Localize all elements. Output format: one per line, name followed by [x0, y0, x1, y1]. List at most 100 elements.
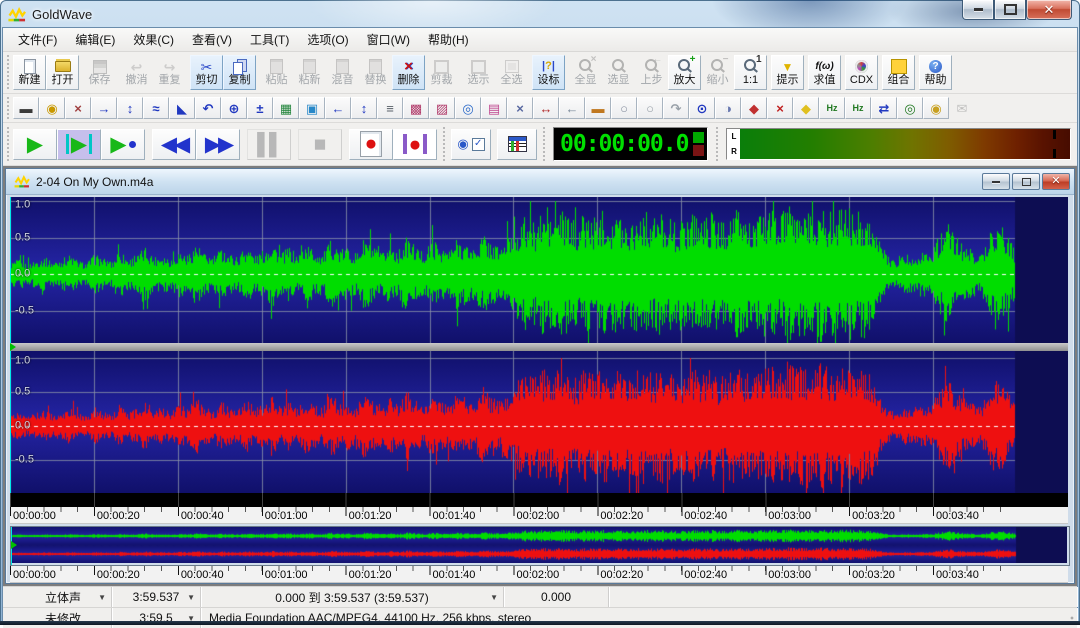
doc-close-button[interactable]: ✕ [1042, 173, 1070, 190]
effect-compressor-button[interactable]: ↕ [117, 97, 143, 119]
toolbar-undo-button[interactable]: ↩ 撤消 [120, 55, 153, 90]
menu-item-edit[interactable]: 编辑(E) [66, 28, 124, 51]
effect-cd-reader-button[interactable]: ◎ [455, 97, 481, 119]
toolbar-save-button[interactable]: 保存 [83, 55, 116, 90]
time-display[interactable]: 00:00:00.0 [553, 127, 708, 161]
close-button[interactable]: ✕ [1026, 0, 1072, 20]
effect-doppler-button[interactable]: ≈ [143, 97, 169, 119]
toolbar-redo-button[interactable]: ↪ 重复 [153, 55, 186, 90]
menu-item-options[interactable]: 选项(O) [298, 28, 357, 51]
toolbar-drag-handle[interactable] [541, 127, 547, 161]
transport-rewind-button[interactable]: ◀◀ [152, 129, 196, 160]
toolbar-help-button[interactable]: 帮助 [919, 55, 952, 90]
transport-pause-button[interactable]: ▌▌ [247, 129, 291, 160]
effect-mute-button[interactable]: × [767, 97, 793, 119]
toolbar-drag-handle[interactable] [441, 127, 447, 161]
overview-time-ruler[interactable]: 00:00:0000:00:2000:00:4000:01:0000:01:20… [10, 566, 1068, 583]
toolbar-zoom-in-button[interactable]: + 放大 [668, 55, 701, 90]
status-channel-mode[interactable]: 立体声 ▼ [15, 587, 112, 607]
toolbar-copy-button[interactable]: 复制 [223, 55, 256, 90]
waveform-right-channel[interactable]: 1.00.50.0-0.5 [10, 351, 1068, 493]
transport-record-selection-button[interactable]: ● [393, 129, 437, 160]
effect-time-warp-button[interactable]: ↔ [533, 97, 559, 119]
effect-resample-button[interactable]: ⇄ [871, 97, 897, 119]
effect-spectrum-bars-button[interactable]: ▤ [481, 97, 507, 119]
transport-stop-button[interactable]: ■ [298, 129, 342, 160]
status-spacer[interactable] [609, 587, 1077, 607]
toolbar-delete-button[interactable]: × 删除 [392, 55, 425, 90]
minimize-button[interactable] [962, 0, 994, 20]
cue-marker-strip[interactable] [10, 493, 1068, 507]
menu-item-window[interactable]: 窗口(W) [358, 28, 419, 51]
status-length[interactable]: 3:59.537 ▼ [112, 587, 201, 607]
toolbar-zoom-selection-button[interactable]: 选显 [602, 55, 635, 90]
effect-noise-gate-button[interactable]: ▩ [403, 97, 429, 119]
effect-timer-button[interactable]: ◉ [923, 97, 949, 119]
toolbar-zoom-previous-button[interactable]: ← 上步 [635, 55, 668, 90]
transport-fast-forward-button[interactable]: ▶▶ [196, 129, 240, 160]
menu-item-file[interactable]: 文件(F) [9, 28, 66, 51]
monitor-record-button[interactable]: ◉✓ [451, 129, 491, 160]
toolbar-trim-button[interactable]: 剪裁 [425, 55, 458, 90]
effect-sliders-button[interactable]: ≡ [377, 97, 403, 119]
effect-pan-diamond-button[interactable]: ◆ [793, 97, 819, 119]
toolbar-cut-button[interactable]: ✂ 剪切 [190, 55, 223, 90]
toolbar-cdx-button[interactable]: CDX [845, 55, 878, 90]
effect-offset-button[interactable]: ± [247, 97, 273, 119]
effect-volume-shape-button[interactable]: ▬ [13, 97, 39, 119]
time-ruler[interactable]: 00:00:0000:00:2000:00:4000:01:0000:01:20… [10, 507, 1068, 524]
toolbar-drag-handle[interactable] [5, 55, 11, 90]
status-zoom-length[interactable]: 3:59.5 ▼ [112, 608, 201, 628]
toolbar-select-all-button[interactable]: 全选 [495, 55, 528, 90]
waveform-left-canvas[interactable] [10, 197, 1068, 343]
toolbar-drag-handle[interactable] [5, 97, 11, 119]
effect-pan-button[interactable]: ◉ [39, 97, 65, 119]
effect-stereo-split-button[interactable]: ◆ [741, 97, 767, 119]
effect-noise-reduction-button[interactable]: ▨ [429, 97, 455, 119]
toolbar-mix-button[interactable]: 混音 [326, 55, 359, 90]
effect-knob-volume-button[interactable]: ○ [637, 97, 663, 119]
transport-record-button[interactable]: ● [349, 129, 393, 160]
effect-level-low-button[interactable]: ⊙ [689, 97, 715, 119]
toolbar-open-button[interactable]: 打开 [46, 55, 79, 90]
effect-stereo-link-button[interactable]: ▬ [585, 97, 611, 119]
level-meter[interactable]: LR [726, 128, 1071, 160]
effect-hz-play-button[interactable]: Hz [819, 97, 845, 119]
toolbar-drag-handle[interactable] [714, 127, 720, 161]
effect-invert-button[interactable]: ↶ [195, 97, 221, 119]
transport-play-selection-button[interactable]: ▶ [57, 129, 101, 160]
effect-filter-button[interactable]: ◣ [169, 97, 195, 119]
status-modified-state[interactable]: 未修改 [15, 608, 112, 628]
waveform-left-channel[interactable]: 1.00.50.0-0.5 [10, 197, 1068, 343]
status-selection[interactable]: 0.000 到 3:59.537 (3:59.537) ▼ [201, 587, 504, 607]
effect-mechanize-button[interactable]: × [507, 97, 533, 119]
effect-equalizer-button[interactable]: ▦ [273, 97, 299, 119]
toolbar-batch-button[interactable]: 组合 [882, 55, 915, 90]
toolbar-evaluate-button[interactable]: f(ω) 求值 [808, 55, 841, 90]
menu-item-help[interactable]: 帮助(H) [419, 28, 478, 51]
toolbar-set-marker-button[interactable]: |?| 设标 [532, 55, 565, 90]
effect-preset-frame-button[interactable]: ▣ [299, 97, 325, 119]
doc-restore-button[interactable] [1012, 173, 1040, 190]
effect-playback-bound-button[interactable]: → [91, 97, 117, 119]
effect-pitch-button[interactable]: ↕ [351, 97, 377, 119]
document-title-bar[interactable]: 2-04 On My Own.m4a ✕ [6, 169, 1074, 195]
toolbar-drag-handle[interactable] [5, 127, 11, 161]
effect-modulate-button[interactable]: ⊕ [221, 97, 247, 119]
effect-knob-search-button[interactable]: ○ [611, 97, 637, 119]
toolbar-paste-new-button[interactable]: 粘新 [293, 55, 326, 90]
toolbar-hint-button[interactable]: ▼ 提示 [771, 55, 804, 90]
toolbar-show-selection-button[interactable]: 选示 [462, 55, 495, 90]
toolbar-replace-button[interactable]: 替换 [359, 55, 392, 90]
transport-play-button[interactable]: ▶ [13, 129, 57, 160]
effect-mail-button[interactable]: ✉ [949, 97, 975, 119]
menu-item-effects[interactable]: 效果(C) [124, 28, 183, 51]
toolbar-zoom-out-button[interactable]: − 缩小 [701, 55, 734, 90]
start-marker-icon[interactable] [10, 343, 16, 351]
doc-minimize-button[interactable] [982, 173, 1010, 190]
menu-item-view[interactable]: 查看(V) [183, 28, 241, 51]
effect-hz-step-button[interactable]: Hz [845, 97, 871, 119]
effect-expression-button[interactable]: × [65, 97, 91, 119]
effect-level-alert-button[interactable]: ◑ [715, 97, 741, 119]
status-position[interactable]: 0.000 [504, 587, 609, 607]
